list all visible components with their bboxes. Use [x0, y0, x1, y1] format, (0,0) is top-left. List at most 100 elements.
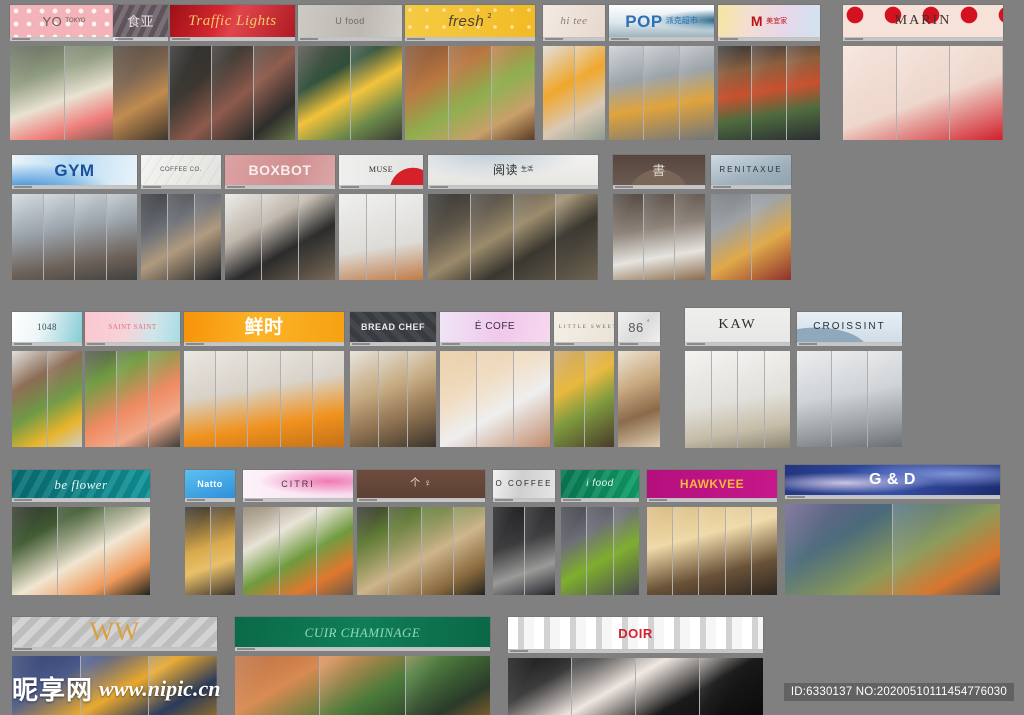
- sign-base-strip: [235, 647, 490, 651]
- storefront-mockup-xianshi[interactable]: 鲜时: [184, 312, 344, 447]
- storefront-mockup-bread-chef[interactable]: BREAD CHEF: [350, 312, 436, 447]
- sign-sublabel-meiyijia: 美宜家: [766, 16, 788, 25]
- glass-reflection: [492, 46, 535, 140]
- storefront-mockup-pop[interactable]: POP 派克超市: [609, 5, 714, 140]
- glass-reflection: [711, 194, 751, 280]
- storefront-mockup-meiyijia[interactable]: M 美宜家: [718, 5, 820, 140]
- storefront-mockup-1048[interactable]: 1048: [12, 312, 82, 447]
- storefront-mockup-o-coffee[interactable]: O COFFEE: [493, 470, 555, 595]
- facade-marin: [843, 46, 1003, 140]
- signboard-bread-chef: BREAD CHEF: [350, 312, 436, 342]
- storefront-mockup-86-degree[interactable]: 86 °: [618, 312, 660, 447]
- signboard-gym: GYM: [12, 155, 137, 185]
- storefront-mockup-e-cofe[interactable]: É COFE: [440, 312, 550, 447]
- storefront-mockup-fresh[interactable]: fresh 2: [405, 5, 535, 140]
- storefront-mockup-be-flower[interactable]: be flower: [12, 470, 150, 595]
- storefront-mockup-renitaxue[interactable]: RENITAXUE: [711, 155, 791, 280]
- signboard-meiyijia: M 美宜家: [718, 5, 820, 37]
- facade-pane: [685, 351, 711, 448]
- glass-reflection: [636, 658, 699, 715]
- storefront-mockup-hi-tee[interactable]: hi tee: [543, 5, 605, 140]
- glass-reflection: [113, 46, 168, 140]
- storefront-mockup-natto[interactable]: Natto: [185, 470, 235, 595]
- storefront-mockup-traffic-lights[interactable]: Traffic Lights: [170, 5, 295, 140]
- facade-croissint: [797, 351, 902, 447]
- facade-pane: [247, 351, 280, 447]
- glass-reflection: [587, 507, 613, 595]
- facade-be-flower: [12, 507, 150, 595]
- storefront-mockup-shu[interactable]: 書: [613, 155, 705, 280]
- storefront-mockup-ge-you[interactable]: 个 ♀: [357, 470, 485, 595]
- glass-reflection: [185, 507, 210, 595]
- facade-bread-chef: [350, 351, 436, 447]
- storefront-mockup-boxbot[interactable]: BOXBOT: [225, 155, 335, 280]
- storefront-mockup-croissint[interactable]: CROISSINT: [797, 312, 902, 447]
- facade-xianshi: [184, 351, 344, 447]
- facade-pane: [785, 504, 892, 595]
- sign-label-meiyijia: M: [750, 13, 764, 29]
- facade-yuedu-shenghuo: [428, 194, 598, 280]
- glass-reflection: [357, 507, 389, 595]
- storefront-mockup-ufood[interactable]: U food: [298, 5, 402, 140]
- facade-pane: [718, 46, 752, 140]
- storefront-mockup-g-and-d[interactable]: G & D: [785, 465, 1000, 595]
- glass-reflection: [262, 194, 298, 280]
- facade-pane: [42, 194, 74, 280]
- signboard-natto: Natto: [185, 470, 235, 498]
- sign-base-strip: [170, 37, 295, 41]
- sign-sublabel-86-degree: °: [646, 319, 650, 326]
- storefront-mockup-coffee-co[interactable]: COFFEE CO.: [141, 155, 221, 280]
- glass-reflection: [725, 507, 751, 595]
- signboard-xianshi: 鲜时: [184, 312, 344, 342]
- facade-pane: [508, 658, 571, 715]
- facade-e-cofe: [440, 351, 550, 447]
- glass-reflection: [64, 46, 118, 140]
- facade-pane: [349, 46, 402, 140]
- signboard-renitaxue: RENITAXUE: [711, 155, 791, 185]
- watermark-url: www.nipic.cn: [99, 675, 221, 701]
- sign-base-strip: [10, 37, 118, 41]
- signboard-coffee-co: COFFEE CO.: [141, 155, 221, 185]
- glass-reflection: [408, 351, 436, 447]
- signboard-marin: MARIN: [843, 5, 1003, 37]
- sign-label-hawkvee: HAWKVEE: [679, 477, 745, 491]
- storefront-mockup-hawkvee[interactable]: HAWKVEE: [647, 470, 777, 595]
- sign-label-renitaxue: RENITAXUE: [719, 165, 783, 174]
- glass-reflection: [711, 351, 737, 448]
- sign-base-strip: [12, 498, 150, 502]
- storefront-mockup-muse[interactable]: MUSE: [339, 155, 423, 280]
- storefront-mockup-a-little-sweet[interactable]: A LITTLE SWEET: [554, 312, 614, 447]
- glass-reflection: [752, 46, 786, 140]
- storefront-mockup-shiyi[interactable]: 食亚: [113, 5, 168, 140]
- glass-reflection: [574, 46, 605, 140]
- glass-reflection: [786, 46, 820, 140]
- storefront-mockup-marin[interactable]: MARIN: [843, 5, 1003, 140]
- storefront-mockup-gym[interactable]: GYM: [12, 155, 137, 280]
- facade-pane: [279, 507, 316, 595]
- storefront-mockup-yo[interactable]: YO TOKYO: [10, 5, 118, 140]
- signboard-i-food: i food: [561, 470, 639, 498]
- storefront-mockup-saint-saint[interactable]: SAINT SAINT: [85, 312, 180, 447]
- signboard-1048: 1048: [12, 312, 82, 342]
- facade-pane: [378, 351, 407, 447]
- glass-reflection: [350, 351, 378, 447]
- storefront-mockup-kaw[interactable]: KAW: [685, 308, 790, 448]
- storefront-mockup-cuir-chaminage[interactable]: CUIR CHAMINAGE: [235, 617, 490, 715]
- facade-pane: [366, 194, 395, 280]
- glass-reflection: [298, 46, 350, 140]
- glass-reflection: [477, 351, 513, 447]
- storefront-mockup-doir[interactable]: DOIR: [508, 617, 763, 715]
- signboard-boxbot: BOXBOT: [225, 155, 335, 185]
- storefront-mockup-yuedu-shenghuo[interactable]: 阅读 生活: [428, 155, 598, 280]
- storefront-mockup-citri[interactable]: CITRI: [243, 470, 353, 595]
- glass-reflection: [339, 194, 367, 280]
- glass-reflection: [243, 507, 279, 595]
- facade-g-and-d: [785, 504, 1000, 595]
- facade-pane: [211, 46, 253, 140]
- facade-o-coffee: [493, 507, 555, 595]
- storefront-mockup-i-food[interactable]: i food: [561, 470, 639, 595]
- sign-base-strip: [12, 342, 82, 346]
- sign-base-strip: [785, 495, 1000, 499]
- facade-86-degree: [618, 351, 660, 447]
- glass-reflection: [299, 194, 335, 280]
